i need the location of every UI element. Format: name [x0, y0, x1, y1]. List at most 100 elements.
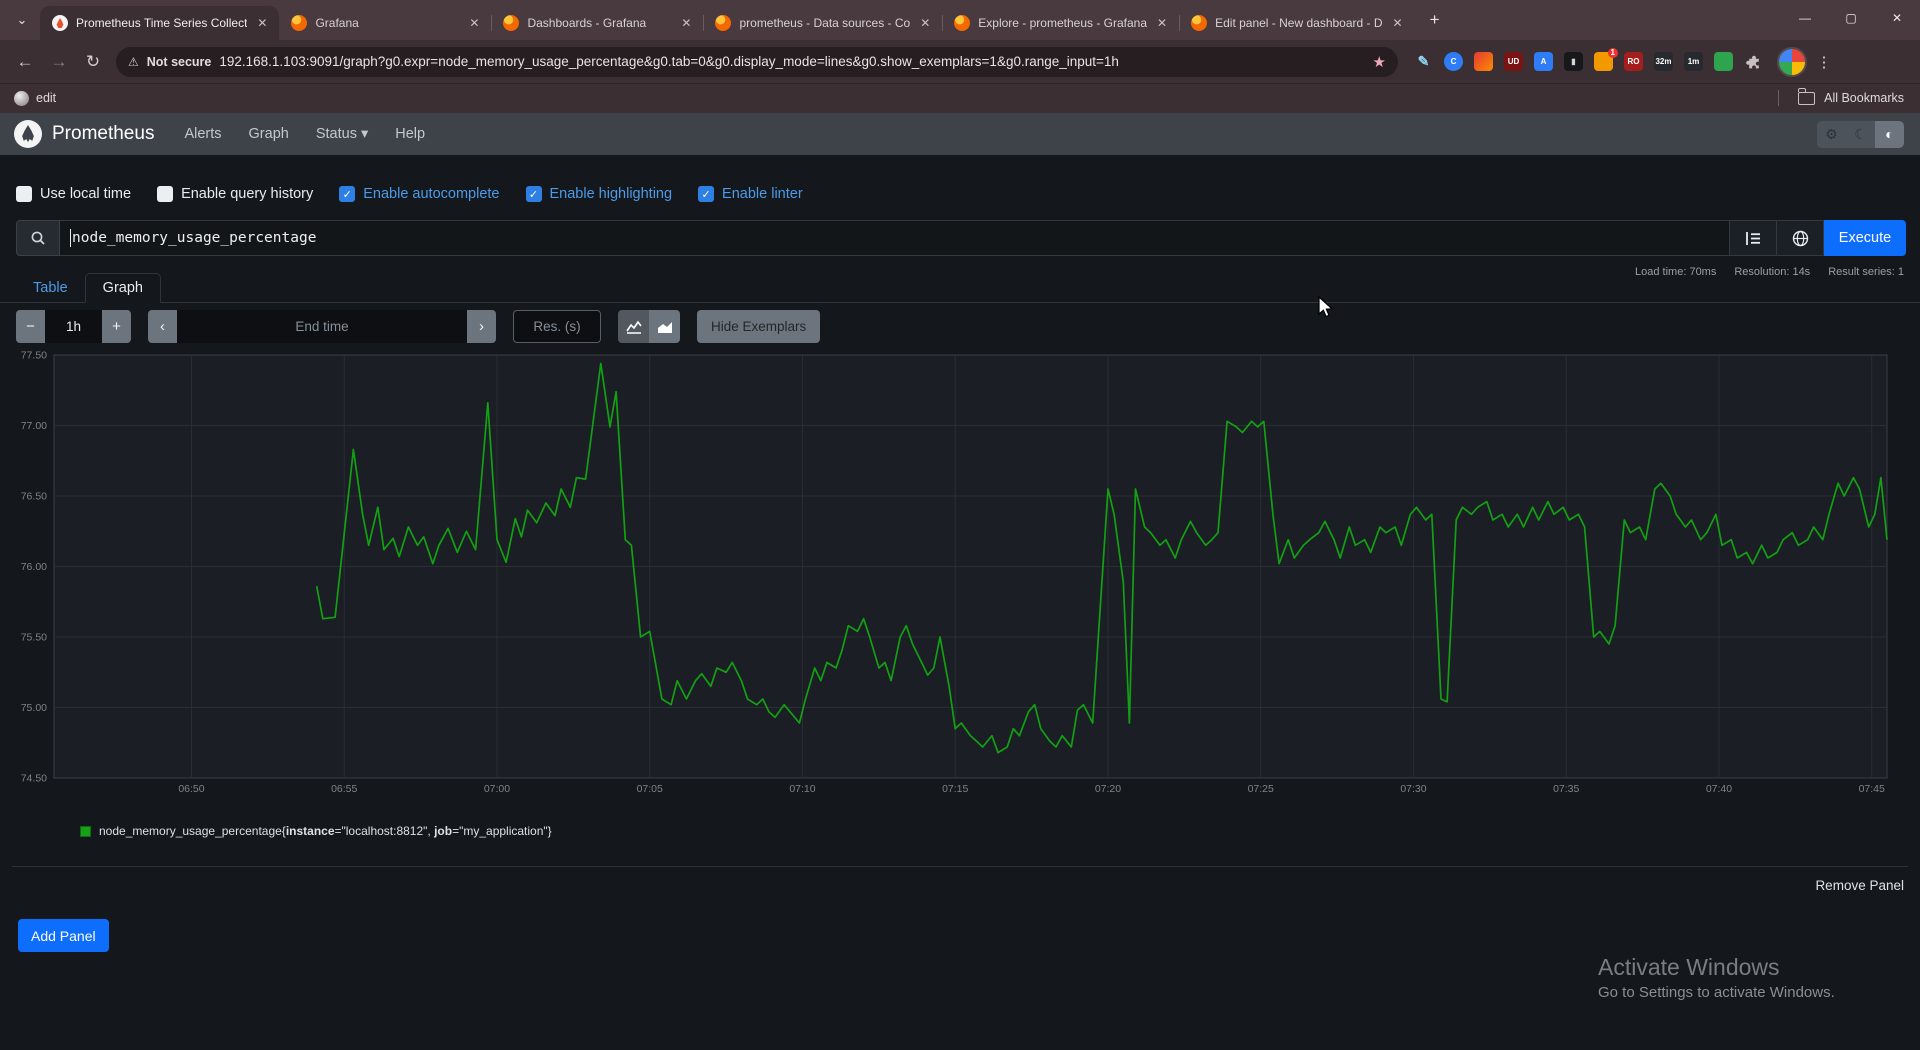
range-stepper: − 1h +	[16, 310, 131, 343]
tab-close-icon[interactable]: ✕	[918, 16, 932, 30]
remove-panel-link[interactable]: Remove Panel	[1815, 878, 1904, 893]
translate-extension-icon[interactable]: A	[1534, 52, 1553, 71]
stacked-graph-mode-button[interactable]	[649, 310, 680, 343]
minimize-button[interactable]: —	[1782, 0, 1828, 36]
option-label: Enable linter	[722, 186, 803, 202]
timer-1m-extension-icon[interactable]: 1m	[1684, 52, 1703, 71]
option-enable-query-history[interactable]: Enable query history	[157, 186, 313, 202]
query-input[interactable]: node_memory_usage_percentage	[60, 220, 1730, 256]
browser-tab-4[interactable]: Explore - prometheus - Grafana ✕	[942, 6, 1179, 40]
browser-tabs: Prometheus Time Series Collect✕Grafana✕D…	[40, 0, 1415, 40]
time-forward-button[interactable]: ›	[467, 310, 496, 343]
security-label[interactable]: Not secure	[147, 55, 212, 69]
option-enable-autocomplete[interactable]: ✓ Enable autocomplete	[339, 186, 499, 202]
brand[interactable]: Prometheus	[14, 120, 154, 148]
browser-tab-2[interactable]: Dashboards - Grafana✕	[491, 6, 703, 40]
tab-title: Explore - prometheus - Grafana	[978, 16, 1147, 30]
tab-search-icon[interactable]: ⌄	[8, 6, 36, 34]
theme-dark-icon[interactable]: ☾	[1846, 121, 1875, 148]
tab-close-icon[interactable]: ✕	[255, 16, 269, 30]
theme-auto-icon[interactable]: ◐	[1875, 121, 1904, 148]
range-increase-button[interactable]: +	[102, 310, 131, 343]
theme-settings-icon[interactable]: ⚙	[1817, 121, 1846, 148]
red-ro-extension-icon[interactable]: RO	[1624, 52, 1643, 71]
time-back-button[interactable]: ‹	[148, 310, 177, 343]
checkbox-checked-icon[interactable]: ✓	[698, 186, 714, 202]
tab-graph[interactable]: Graph	[85, 273, 161, 303]
nav-link-graph[interactable]: Graph	[249, 126, 289, 142]
new-tab-button[interactable]: +	[1421, 6, 1449, 34]
checkbox-unchecked-icon[interactable]	[157, 186, 173, 202]
browser-tab-3[interactable]: prometheus - Data sources - Co✕	[703, 6, 942, 40]
edit-pencil-extension-icon[interactable]: ✎	[1414, 52, 1433, 71]
metrics-explorer-button[interactable]	[1730, 220, 1777, 256]
tab-title: Edit panel - New dashboard - D	[1215, 16, 1382, 30]
reload-icon[interactable]: ↻	[76, 52, 110, 72]
y-tick-label: 75.00	[21, 702, 47, 714]
tab-close-icon[interactable]: ✕	[1391, 16, 1405, 30]
query-value: node_memory_usage_percentage	[72, 230, 316, 246]
timer-32m-extension-icon[interactable]: 32m	[1654, 52, 1673, 71]
add-panel-button[interactable]: Add Panel	[18, 919, 109, 952]
globe-icon	[14, 91, 29, 106]
extension-badge: 1	[1608, 48, 1618, 58]
extensions-puzzle-icon[interactable]	[1744, 52, 1763, 71]
all-bookmarks-button[interactable]: All Bookmarks	[1778, 90, 1904, 106]
browser-tab-5[interactable]: Edit panel - New dashboard - D ✕	[1179, 6, 1414, 40]
bookmark-star-icon[interactable]: ★	[1373, 53, 1386, 71]
tab-table[interactable]: Table	[16, 274, 85, 302]
screen: { "browser": { "tab_search_glyph": "⌄", …	[0, 0, 1920, 1050]
bookmark-item-edit[interactable]: edit	[14, 91, 56, 106]
blue-logo-extension-icon[interactable]: C	[1444, 52, 1463, 71]
x-tick-label: 07:20	[1095, 783, 1121, 795]
dark-book-extension-icon[interactable]: ▮	[1564, 52, 1583, 71]
prometheus-favicon	[52, 15, 68, 31]
globe-query-button[interactable]	[1777, 220, 1824, 256]
y-tick-label: 77.50	[21, 350, 47, 362]
browser-tab-1[interactable]: Grafana✕	[279, 6, 491, 40]
back-icon[interactable]: ←	[8, 52, 42, 72]
checkbox-checked-icon[interactable]: ✓	[339, 186, 355, 202]
url-text[interactable]: 192.168.1.103:9091/graph?g0.expr=node_me…	[219, 54, 1364, 69]
graph-mode-group	[618, 310, 680, 343]
notifications-extension-icon[interactable]: 1	[1594, 52, 1613, 71]
close-window-button[interactable]: ✕	[1874, 0, 1920, 36]
grafana-favicon	[503, 15, 519, 31]
option-use-local-time[interactable]: Use local time	[16, 186, 131, 202]
checkbox-checked-icon[interactable]: ✓	[526, 186, 542, 202]
green-extension-icon[interactable]	[1714, 52, 1733, 71]
nav-link-alerts[interactable]: Alerts	[184, 126, 221, 142]
chart-legend[interactable]: node_memory_usage_percentage{instance="l…	[80, 824, 552, 838]
address-bar[interactable]: ⚠ Not secure 192.168.1.103:9091/graph?g0…	[116, 47, 1398, 77]
time-series-chart[interactable]: 74.5075.0075.5076.0076.5077.0077.5006:50…	[10, 349, 1906, 797]
x-tick-label: 07:00	[484, 783, 510, 795]
line-graph-mode-button[interactable]	[618, 310, 649, 343]
nav-link-help[interactable]: Help	[395, 126, 425, 142]
range-decrease-button[interactable]: −	[16, 310, 45, 343]
navbar-links: Alerts Graph Status ▾ Help	[184, 126, 425, 142]
checkbox-unchecked-icon[interactable]	[16, 186, 32, 202]
forward-icon[interactable]: →	[42, 52, 76, 72]
maximize-button[interactable]: ▢	[1828, 0, 1874, 36]
browser-menu-icon[interactable]: ⋮	[1809, 53, 1839, 71]
tab-close-icon[interactable]: ✕	[679, 16, 693, 30]
hide-exemplars-button[interactable]: Hide Exemplars	[697, 310, 820, 343]
ublock-ud-extension-icon[interactable]: UD	[1504, 52, 1523, 71]
range-input[interactable]: 1h	[45, 310, 102, 343]
execute-button[interactable]: Execute	[1824, 220, 1906, 256]
grafana-favicon	[715, 15, 731, 31]
profile-avatar[interactable]	[1777, 47, 1807, 77]
option-label: Enable autocomplete	[363, 186, 499, 202]
end-time-input[interactable]: End time	[177, 310, 467, 343]
nav-link-status[interactable]: Status ▾	[316, 126, 368, 142]
browser-tab-0[interactable]: Prometheus Time Series Collect✕	[40, 6, 279, 40]
options-row: Use local timeEnable query history✓Enabl…	[16, 186, 803, 202]
orange-monitor-extension-icon[interactable]	[1474, 52, 1493, 71]
legend-swatch	[80, 826, 91, 837]
resolution-input[interactable]: Res. (s)	[513, 310, 601, 343]
option-enable-linter[interactable]: ✓ Enable linter	[698, 186, 803, 202]
tab-close-icon[interactable]: ✕	[467, 16, 481, 30]
option-enable-highlighting[interactable]: ✓Enable highlighting	[526, 186, 673, 202]
not-secure-warning-icon: ⚠	[128, 55, 139, 69]
tab-close-icon[interactable]: ✕	[1155, 16, 1169, 30]
